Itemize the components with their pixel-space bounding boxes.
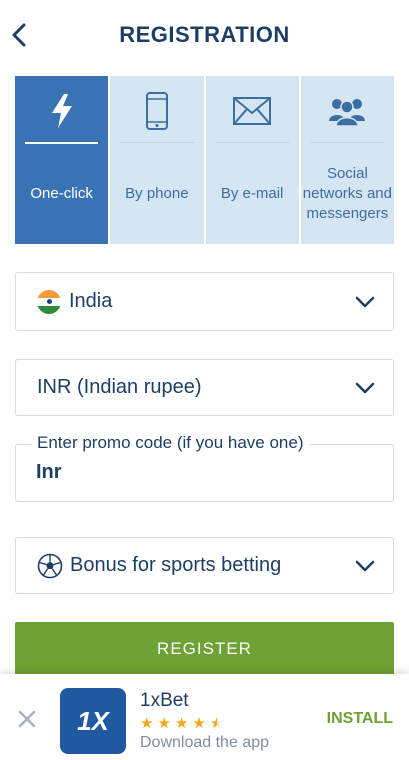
star-icon: ★ [192, 715, 207, 732]
tab-by-phone[interactable]: By phone [110, 76, 204, 244]
register-button[interactable]: REGISTER [15, 622, 394, 676]
tab-divider [310, 142, 384, 143]
tab-divider [25, 142, 99, 144]
chevron-down-icon [355, 560, 375, 571]
soccer-ball-icon [37, 553, 63, 578]
tab-label: One-click [30, 185, 93, 202]
install-button[interactable]: INSTALL [327, 710, 393, 728]
star-icon: ★ [140, 715, 155, 732]
tab-label: Social networks and messengers [302, 165, 392, 222]
rating-stars: ★ ★ ★ ★ ★ [140, 714, 227, 732]
tab-label: By e-mail [220, 185, 284, 202]
promo-code-label: Enter promo code (if you have one) [31, 433, 310, 453]
app-name: 1xBet [140, 690, 189, 711]
bonus-select[interactable]: Bonus for sports betting [15, 537, 394, 594]
tab-by-email[interactable]: By e-mail [205, 76, 299, 244]
registration-method-tabs: One-click By phone By e-mail Social netw… [15, 76, 394, 244]
header: REGISTRATION [0, 0, 409, 72]
currency-select[interactable]: INR (Indian rupee) [15, 359, 394, 416]
tab-divider [215, 142, 289, 143]
promo-code-input[interactable] [36, 461, 366, 484]
page-title: REGISTRATION [119, 22, 290, 47]
country-select[interactable]: India [15, 272, 394, 331]
tab-social-networks[interactable]: Social networks and messengers [300, 76, 394, 244]
lightning-icon [51, 94, 72, 128]
phone-icon [145, 92, 168, 130]
envelope-icon [233, 97, 272, 125]
tab-label: By phone [125, 185, 189, 202]
app-logo-text: 1X [77, 705, 109, 736]
chevron-down-icon [355, 382, 375, 393]
currency-value: INR (Indian rupee) [37, 376, 202, 398]
tab-one-click[interactable]: One-click [15, 76, 109, 244]
app-subtitle: Download the app [140, 734, 269, 751]
india-flag-icon [37, 289, 61, 314]
bonus-value: Bonus for sports betting [70, 554, 282, 576]
country-value: India [69, 290, 113, 312]
close-icon[interactable] [18, 710, 36, 728]
users-icon [329, 99, 366, 127]
star-icon: ★ [209, 715, 225, 732]
promo-code-field: Enter promo code (if you have one) [15, 433, 394, 502]
chevron-down-icon [355, 296, 375, 307]
star-icon: ★ [174, 715, 190, 732]
app-install-banner: 1X 1xBet ★ ★ ★ ★ ★ Download the app INSTALL [0, 674, 409, 760]
tab-divider [120, 142, 194, 143]
star-icon: ★ [157, 715, 172, 732]
app-logo: 1X [60, 688, 126, 754]
